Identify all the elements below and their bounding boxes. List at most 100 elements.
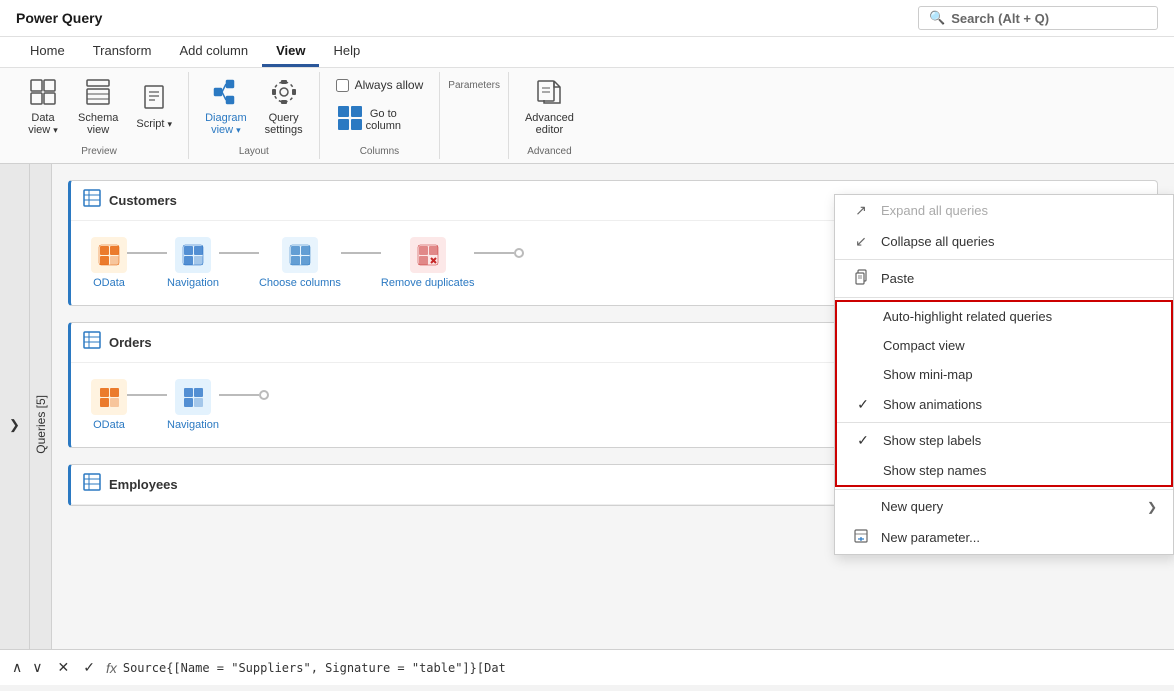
schema-view-label: Schemaview xyxy=(78,112,118,136)
collapse-all-item[interactable]: ↙ Collapse all queries xyxy=(835,226,1173,257)
show-step-names-label: Show step names xyxy=(883,463,986,478)
menu-view[interactable]: View xyxy=(262,37,319,67)
odata1-label: OData xyxy=(93,277,125,289)
paste-item[interactable]: Paste xyxy=(835,262,1173,295)
ctx-divider-1 xyxy=(835,259,1173,260)
step-odata2[interactable]: OData xyxy=(91,379,127,431)
choose1-icon xyxy=(282,237,318,273)
nav2-icon xyxy=(175,379,211,415)
step-choose1[interactable]: Choose columns xyxy=(259,237,341,289)
menu-add-column[interactable]: Add column xyxy=(165,37,262,67)
advanced-editor-button[interactable]: Advancededitor xyxy=(517,74,582,140)
formula-nav: ∧ ∨ xyxy=(8,657,47,678)
fx-label: fx xyxy=(106,660,117,676)
collapse-all-label: Collapse all queries xyxy=(881,234,994,249)
new-parameter-item[interactable]: New parameter... xyxy=(835,521,1173,554)
search-box[interactable]: 🔍 Search (Alt + Q) xyxy=(918,6,1158,30)
compact-view-item[interactable]: Compact view xyxy=(837,331,1171,360)
advanced-editor-icon xyxy=(535,78,563,110)
ribbon-group-advanced: Advancededitor Advanced xyxy=(509,72,590,159)
step-odata1[interactable]: OData xyxy=(91,237,127,289)
ribbon: Dataview ▾ Schemaview xyxy=(0,68,1174,164)
formula-confirm-button[interactable]: ✓ xyxy=(78,657,100,678)
go-to-column-label: Go tocolumn xyxy=(366,108,401,132)
query-canvas: Customers ⋮ xyxy=(52,164,1174,685)
remove1-icon xyxy=(410,237,446,273)
script-icon xyxy=(142,84,166,116)
queries-label: Queries [5] xyxy=(34,395,48,454)
orders-name: Orders xyxy=(109,335,152,350)
show-animations-item[interactable]: ✓ Show animations xyxy=(837,389,1171,420)
new-parameter-label: New parameter... xyxy=(881,530,980,545)
employees-name: Employees xyxy=(109,477,178,492)
data-view-label: Dataview ▾ xyxy=(28,112,58,136)
diagram-view-button[interactable]: Diagramview ▾ xyxy=(197,74,255,140)
paste-icon xyxy=(851,269,871,288)
step-nav2[interactable]: Navigation xyxy=(167,379,219,431)
step-end-1 xyxy=(514,248,524,258)
customers-name: Customers xyxy=(109,193,177,208)
nav-up-button[interactable]: ∧ xyxy=(8,657,26,678)
show-minimap-item[interactable]: Show mini-map xyxy=(837,360,1171,389)
sidebar-collapse-icon: ❯ xyxy=(9,417,20,433)
nav-down-button[interactable]: ∨ xyxy=(28,657,46,678)
show-animations-label: Show animations xyxy=(883,397,982,412)
diagram-view-label: Diagramview ▾ xyxy=(205,112,247,136)
ribbon-group-layout: Diagramview ▾ Querysettings Layout xyxy=(189,72,320,159)
ribbon-group-preview: Dataview ▾ Schemaview xyxy=(10,72,189,159)
formula-input[interactable] xyxy=(123,661,1166,675)
sidebar-toggle[interactable]: ❯ xyxy=(0,164,30,685)
new-query-item[interactable]: New query ❯ xyxy=(835,492,1173,521)
formula-cancel-button[interactable]: ✕ xyxy=(53,657,75,678)
schema-view-button[interactable]: Schemaview xyxy=(70,74,126,140)
menu-help[interactable]: Help xyxy=(319,37,374,67)
query-settings-button[interactable]: Querysettings xyxy=(257,74,311,140)
parameters-group-label: Parameters xyxy=(448,78,500,93)
data-view-icon xyxy=(29,78,57,110)
step-nav1[interactable]: Navigation xyxy=(167,237,219,289)
menu-transform[interactable]: Transform xyxy=(79,37,166,67)
customers-title: Customers xyxy=(83,189,177,212)
ctx-divider-4 xyxy=(835,489,1173,490)
ctx-divider-3 xyxy=(837,422,1171,423)
show-step-names-item[interactable]: Show step names xyxy=(837,456,1171,485)
odata1-icon xyxy=(91,237,127,273)
advanced-editor-label: Advancededitor xyxy=(525,112,574,136)
menu-bar: Home Transform Add column View Help xyxy=(0,37,1174,68)
connector-1 xyxy=(127,252,167,254)
data-view-button[interactable]: Dataview ▾ xyxy=(18,74,68,140)
always-allow-label: Always allow xyxy=(355,78,424,92)
step-remove1[interactable]: Remove duplicates xyxy=(381,237,475,289)
nav1-label: Navigation xyxy=(167,277,219,289)
expand-all-icon: ↗ xyxy=(851,202,871,219)
formula-controls: ✕ ✓ xyxy=(53,657,100,678)
orders-title: Orders xyxy=(83,331,152,354)
employees-table-icon xyxy=(83,473,101,496)
auto-highlight-item[interactable]: Auto-highlight related queries xyxy=(837,302,1171,331)
step-end-2 xyxy=(259,390,269,400)
menu-home[interactable]: Home xyxy=(16,37,79,67)
go-to-column-button[interactable]: Go tocolumn xyxy=(328,100,409,140)
search-icon: 🔍 xyxy=(929,10,945,26)
employees-title: Employees xyxy=(83,473,178,496)
connector-5 xyxy=(127,394,167,396)
show-step-labels-item[interactable]: ✓ Show step labels xyxy=(837,425,1171,456)
connector-4 xyxy=(474,252,514,254)
formula-bar: ∧ ∨ ✕ ✓ fx xyxy=(0,649,1174,685)
app-title: Power Query xyxy=(16,10,102,26)
always-allow-checkbox-area: Always allow xyxy=(328,74,432,96)
connector-2 xyxy=(219,252,259,254)
script-button[interactable]: Script ▾ xyxy=(128,80,180,134)
expand-all-item[interactable]: ↗ Expand all queries xyxy=(835,195,1173,226)
new-query-label: New query xyxy=(881,499,943,514)
show-step-labels-check: ✓ xyxy=(853,432,873,449)
query-settings-label: Querysettings xyxy=(265,112,303,136)
remove1-label: Remove duplicates xyxy=(381,277,475,289)
show-minimap-label: Show mini-map xyxy=(883,367,973,382)
orders-table-icon xyxy=(83,331,101,354)
main-area: ❯ Queries [5] Customers xyxy=(0,164,1174,685)
nav2-label: Navigation xyxy=(167,419,219,431)
go-to-column-icon xyxy=(336,104,364,136)
always-allow-checkbox[interactable] xyxy=(336,79,349,92)
script-label: Script ▾ xyxy=(136,118,172,130)
